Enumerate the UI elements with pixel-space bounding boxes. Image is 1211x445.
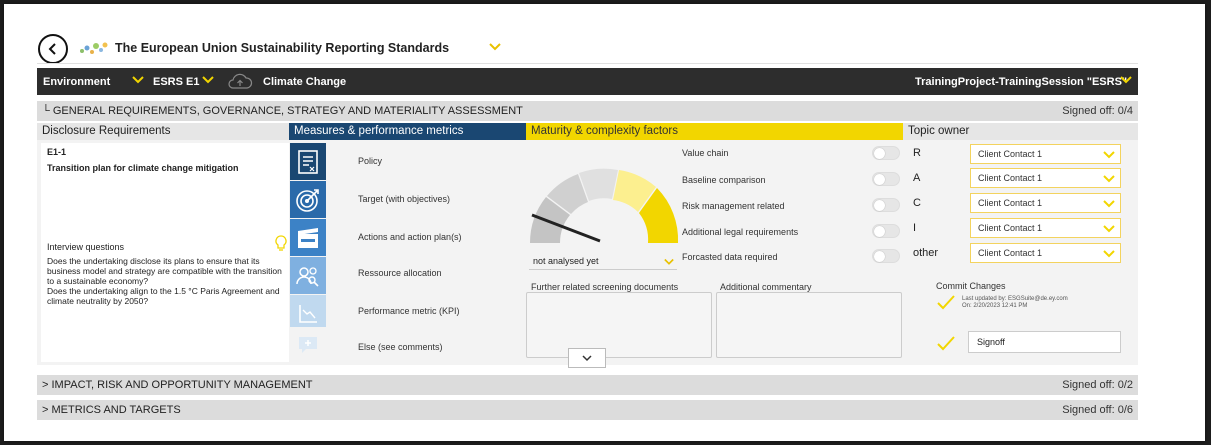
measures-cell: [293, 143, 523, 362]
comment-icon[interactable]: [290, 327, 326, 362]
commit-label: Commit Changes: [936, 281, 1006, 291]
col-maturity: Maturity & complexity factors: [526, 123, 903, 140]
raci-role: C: [913, 197, 921, 209]
col-owner: Topic owner: [903, 123, 1138, 140]
back-button[interactable]: [38, 34, 68, 64]
commit-updated-by: Last updated by: ESGSuite@de.ey.com: [962, 296, 1068, 302]
gauge-status-value: not analysed yet: [533, 256, 599, 266]
topic-title: Climate Change: [263, 76, 347, 88]
screening-docs-label: Further related screening documents: [531, 282, 679, 292]
raci-role: other: [913, 247, 939, 259]
section-metrics-signoff: Signed off: 0/6: [1062, 404, 1133, 416]
resource-icon[interactable]: [290, 257, 326, 294]
signoff-field[interactable]: Signoff: [968, 331, 1121, 353]
chevron-down-icon: [582, 355, 592, 362]
section-metrics-title: > METRICS AND TARGETS: [42, 404, 181, 416]
commit-meta: Last updated by: ESGSuite@de.ey.com On: …: [962, 296, 1068, 310]
contact-value: Client Contact 1: [978, 223, 1043, 233]
cloud-upload-icon[interactable]: [226, 72, 254, 91]
chevron-down-icon: [1103, 200, 1115, 208]
chevron-down-icon[interactable]: [1119, 74, 1133, 86]
contact-value: Client Contact 1: [978, 149, 1043, 159]
signoff-check-icon[interactable]: [936, 335, 956, 351]
toggle-forecast[interactable]: [872, 249, 900, 263]
commit-updated-on: On: 2/20/2023 12:41 PM: [962, 303, 1028, 309]
chevron-down-icon: [489, 43, 501, 51]
chevron-down-icon: [1103, 151, 1115, 159]
contact-select-a[interactable]: Client Contact 1: [970, 168, 1121, 188]
measure-policy: Policy: [358, 156, 383, 166]
contact-value: Client Contact 1: [978, 173, 1043, 183]
toggle-value-chain[interactable]: [872, 146, 900, 160]
col-measures: Measures & performance metrics: [289, 123, 526, 140]
title-dropdown[interactable]: [488, 40, 502, 58]
factor-risk: Risk management related: [682, 201, 785, 211]
chevron-down-icon: [1103, 225, 1115, 233]
interview-text: Does the undertaking disclose its plans …: [47, 256, 282, 306]
project-selector[interactable]: TrainingProject-TrainingSession "ESRS": [915, 76, 1127, 88]
measure-resource: Ressource allocation: [358, 268, 442, 278]
contact-select-c[interactable]: Client Contact 1: [970, 193, 1121, 213]
factor-forecast: Forcasted data required: [682, 252, 778, 262]
contact-select-i[interactable]: Client Contact 1: [970, 218, 1121, 238]
section-impact-signoff: Signed off: 0/2: [1062, 379, 1133, 391]
chevron-down-icon: [1103, 250, 1115, 258]
gauge-status-select[interactable]: not analysed yet: [529, 253, 677, 270]
toggle-baseline[interactable]: [872, 172, 900, 186]
factor-legal: Additional legal requirements: [682, 227, 799, 237]
measure-kpi: Performance metric (KPI): [358, 306, 460, 316]
contact-select-r[interactable]: Client Contact 1: [970, 144, 1121, 164]
section-general-title: └ GENERAL REQUIREMENTS, GOVERNANCE, STRA…: [42, 105, 523, 117]
measure-target: Target (with objectives): [358, 194, 451, 204]
app-logo: [78, 40, 110, 56]
raci-role: R: [913, 147, 921, 159]
section-general-signoff: Signed off: 0/4: [1062, 105, 1133, 117]
environment-selector[interactable]: Environment: [43, 76, 110, 88]
interview-label: Interview questions: [47, 242, 125, 252]
chevron-down-icon: [1103, 175, 1115, 183]
policy-icon[interactable]: [290, 143, 326, 180]
contact-value: Client Contact 1: [978, 248, 1043, 258]
disclosure-name: Transition plan for climate change mitig…: [47, 163, 239, 173]
navigation-bar: Environment ESRS E1 Climate Change Train…: [37, 68, 1138, 95]
chevron-down-icon[interactable]: [201, 74, 215, 86]
section-general-header[interactable]: └ GENERAL REQUIREMENTS, GOVERNANCE, STRA…: [37, 101, 1138, 121]
raci-role: A: [913, 172, 921, 184]
title-divider: [37, 63, 1138, 64]
chevron-down-icon[interactable]: [131, 74, 145, 86]
raci-role: I: [913, 222, 917, 234]
section-impact-title: > IMPACT, RISK AND OPPORTUNITY MANAGEMEN…: [42, 379, 313, 391]
commentary-box[interactable]: [716, 292, 902, 358]
disclosure-code: E1-1: [47, 147, 67, 157]
lightbulb-icon[interactable]: [275, 235, 287, 258]
section-metrics-header[interactable]: > METRICS AND TARGETS Signed off: 0/6: [37, 400, 1138, 420]
expand-button[interactable]: [568, 348, 606, 368]
chevron-down-icon: [664, 258, 674, 265]
col-disclosure: Disclosure Requirements: [37, 123, 289, 140]
commentary-label: Additional commentary: [720, 282, 812, 292]
toggle-legal[interactable]: [872, 224, 900, 238]
maturity-gauge: [530, 168, 679, 243]
action-plan-icon[interactable]: [290, 219, 326, 256]
commit-check-icon[interactable]: [936, 294, 956, 310]
screening-docs-box[interactable]: [526, 292, 712, 358]
chevron-left-icon: [48, 43, 56, 55]
measure-actions: Actions and action plan(s): [358, 232, 462, 242]
measure-else: Else (see comments): [358, 342, 443, 352]
factor-value-chain: Value chain: [682, 148, 729, 158]
factor-baseline: Baseline comparison: [682, 175, 766, 185]
contact-select-other[interactable]: Client Contact 1: [970, 243, 1121, 263]
esrs-selector[interactable]: ESRS E1: [153, 76, 199, 88]
section-impact-header[interactable]: > IMPACT, RISK AND OPPORTUNITY MANAGEMEN…: [37, 375, 1138, 395]
toggle-risk[interactable]: [872, 198, 900, 212]
app-title: The European Union Sustainability Report…: [115, 41, 450, 55]
disclosure-cell: [41, 143, 289, 362]
contact-value: Client Contact 1: [978, 198, 1043, 208]
target-icon[interactable]: [290, 181, 326, 218]
